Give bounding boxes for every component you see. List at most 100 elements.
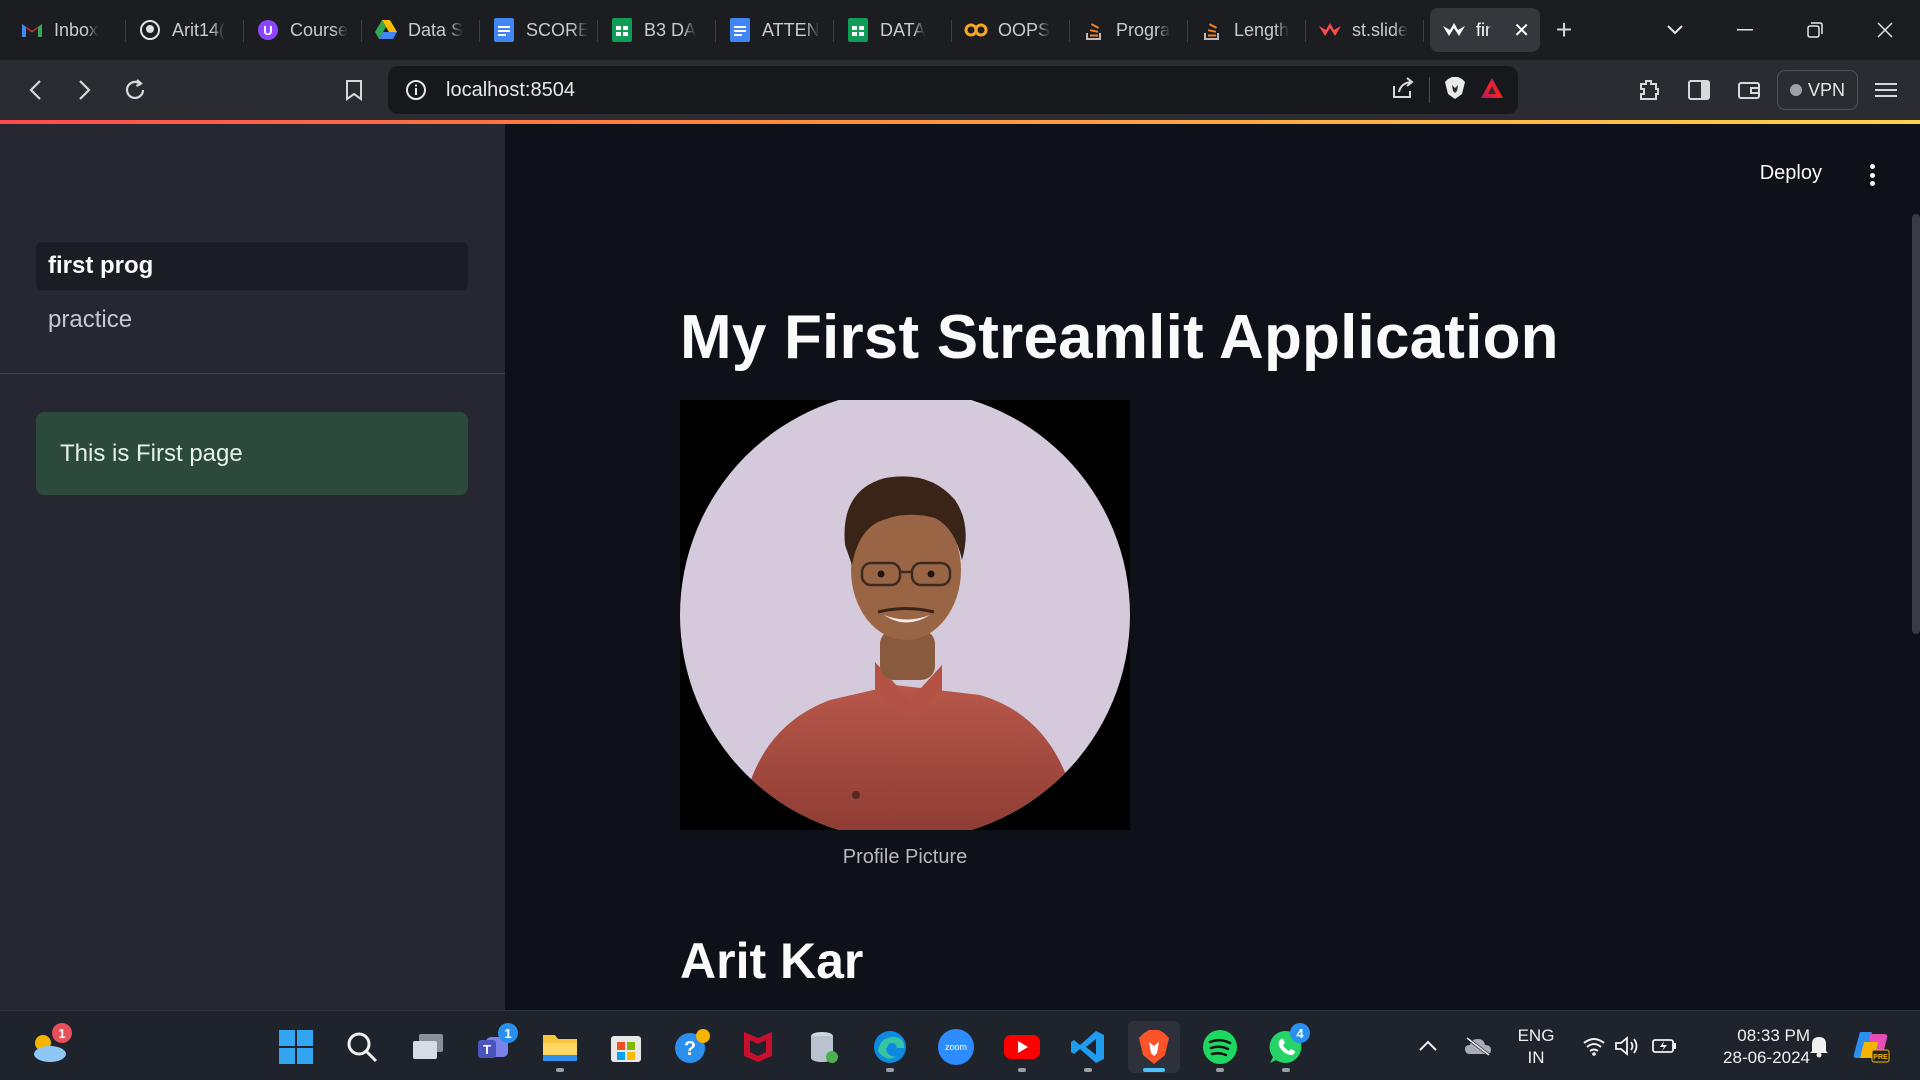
tab-github[interactable]: Arit14( bbox=[126, 8, 244, 52]
codingninjas-icon bbox=[964, 18, 988, 42]
volume-icon[interactable] bbox=[1614, 1011, 1640, 1080]
search-icon[interactable] bbox=[336, 1021, 388, 1073]
windows-taskbar: 1 T 1 ? zoom 4 ENG IN 08:33 PM 28-06-202… bbox=[0, 1010, 1920, 1080]
file-explorer-icon[interactable] bbox=[534, 1021, 586, 1073]
menu-icon[interactable] bbox=[1864, 68, 1908, 112]
forward-icon[interactable] bbox=[60, 65, 110, 115]
tab-search-chevron-icon[interactable] bbox=[1640, 0, 1710, 60]
browser-toolbar: localhost:8504 VPN bbox=[0, 60, 1920, 120]
minimize-icon[interactable] bbox=[1710, 0, 1780, 60]
tab-title: ATTEN bbox=[762, 19, 820, 40]
vpn-button[interactable]: VPN bbox=[1776, 70, 1858, 110]
google-docs-icon bbox=[728, 18, 752, 42]
tab-b3-da[interactable]: B3 DA bbox=[598, 8, 716, 52]
running-indicator bbox=[556, 1068, 564, 1072]
share-icon[interactable] bbox=[1391, 76, 1415, 104]
task-view-icon[interactable] bbox=[402, 1021, 454, 1073]
sidebar-item-practice[interactable]: practice bbox=[36, 296, 468, 344]
clock[interactable]: 08:33 PM 28-06-2024 bbox=[1690, 1025, 1810, 1069]
streamlit-icon bbox=[1442, 18, 1466, 42]
edge-icon[interactable] bbox=[864, 1021, 916, 1073]
streamlit-icon bbox=[1318, 18, 1342, 42]
mcafee-icon[interactable] bbox=[732, 1021, 784, 1073]
image-caption: Profile Picture bbox=[842, 846, 968, 868]
running-indicator bbox=[1084, 1068, 1092, 1072]
running-indicator bbox=[886, 1068, 894, 1072]
course-icon: U bbox=[256, 18, 280, 42]
language-indicator[interactable]: ENG IN bbox=[1516, 1025, 1556, 1069]
tab-score[interactable]: SCORE bbox=[480, 8, 598, 52]
tab-title: Length bbox=[1234, 19, 1290, 40]
svg-text:PRE: PRE bbox=[1873, 1054, 1888, 1061]
battery-icon[interactable] bbox=[1652, 1011, 1678, 1080]
site-info-icon[interactable] bbox=[392, 79, 440, 101]
gmail-icon bbox=[20, 18, 44, 42]
show-hidden-icons-chevron-icon[interactable] bbox=[1418, 1011, 1438, 1080]
copilot-icon[interactable]: PRE bbox=[1852, 1011, 1890, 1080]
bookmark-icon[interactable] bbox=[329, 65, 379, 115]
language-code: ENG bbox=[1517, 1026, 1555, 1045]
tab-st-slider[interactable]: st.slide bbox=[1306, 8, 1424, 52]
tab-list: Inbox Arit14( U Course Data S SCORE B3 D… bbox=[0, 0, 1588, 60]
brave-rewards-icon[interactable] bbox=[1480, 77, 1504, 104]
scrollbar[interactable] bbox=[1912, 214, 1920, 634]
tab-length[interactable]: Length bbox=[1188, 8, 1306, 52]
deploy-button[interactable]: Deploy bbox=[1760, 162, 1822, 185]
close-tab-icon[interactable]: ✕ bbox=[1513, 18, 1530, 43]
notifications-bell-icon[interactable] bbox=[1808, 1011, 1830, 1080]
brave-shields-icon[interactable] bbox=[1444, 76, 1466, 105]
close-window-icon[interactable] bbox=[1850, 0, 1920, 60]
sidebar-item-first-prog[interactable]: first prog bbox=[36, 242, 468, 290]
zoom-icon[interactable]: zoom bbox=[930, 1021, 982, 1073]
weather-widget-icon[interactable]: 1 bbox=[22, 1021, 74, 1073]
get-help-icon[interactable]: ? bbox=[666, 1021, 718, 1073]
reload-icon[interactable] bbox=[110, 65, 160, 115]
tab-title: Course bbox=[290, 19, 349, 40]
teams-badge: 1 bbox=[498, 1023, 518, 1043]
youtube-icon[interactable] bbox=[996, 1021, 1048, 1073]
restore-icon[interactable] bbox=[1780, 0, 1850, 60]
spotify-icon[interactable] bbox=[1194, 1021, 1246, 1073]
running-indicator bbox=[1282, 1068, 1290, 1072]
tab-data-s[interactable]: Data S bbox=[362, 8, 480, 52]
extensions-icon[interactable] bbox=[1627, 68, 1671, 112]
profile-picture bbox=[680, 400, 1130, 830]
tab-data[interactable]: DATA bbox=[834, 8, 952, 52]
screen: Inbox Arit14( U Course Data S SCORE B3 D… bbox=[0, 0, 1920, 1080]
success-alert: This is First page bbox=[36, 412, 468, 495]
tab-course[interactable]: U Course bbox=[244, 8, 362, 52]
start-icon[interactable] bbox=[270, 1021, 322, 1073]
main-menu-icon[interactable] bbox=[1868, 164, 1876, 186]
wallet-icon[interactable] bbox=[1727, 68, 1771, 112]
wifi-icon[interactable] bbox=[1582, 1011, 1606, 1080]
google-sheets-icon bbox=[846, 18, 870, 42]
stackoverflow-icon bbox=[1082, 18, 1106, 42]
onedrive-offline-icon[interactable] bbox=[1464, 1011, 1492, 1080]
address-bar[interactable]: localhost:8504 bbox=[388, 66, 1518, 114]
brave-browser-icon[interactable] bbox=[1128, 1021, 1180, 1073]
back-icon[interactable] bbox=[10, 65, 60, 115]
sidebar-divider bbox=[0, 373, 505, 374]
vscode-icon[interactable] bbox=[1062, 1021, 1114, 1073]
database-icon[interactable] bbox=[798, 1021, 850, 1073]
tab-oops[interactable]: OOPS bbox=[952, 8, 1070, 52]
google-drive-icon bbox=[374, 18, 398, 42]
microsoft-store-icon[interactable] bbox=[600, 1021, 652, 1073]
sidebar-toggle-icon[interactable] bbox=[1677, 68, 1721, 112]
svg-text:U: U bbox=[263, 23, 272, 38]
running-indicator bbox=[1143, 1068, 1165, 1072]
streamlit-main: Deploy My First Streamlit Application Pr… bbox=[505, 124, 1920, 1010]
tab-inbox[interactable]: Inbox bbox=[8, 8, 126, 52]
tab-title: B3 DA bbox=[644, 19, 697, 40]
tab-title: st.slide bbox=[1352, 19, 1409, 40]
tab-active-first[interactable]: fir ✕ bbox=[1430, 8, 1540, 52]
region-code: IN bbox=[1527, 1048, 1545, 1067]
tab-title: fir bbox=[1476, 19, 1491, 40]
new-tab-button[interactable]: + bbox=[1540, 8, 1588, 52]
tab-title: Arit14( bbox=[172, 19, 226, 40]
weather-badge: 1 bbox=[52, 1023, 72, 1043]
teams-icon[interactable]: T 1 bbox=[468, 1021, 520, 1073]
tab-atten[interactable]: ATTEN bbox=[716, 8, 834, 52]
tab-progra[interactable]: Progra bbox=[1070, 8, 1188, 52]
whatsapp-icon[interactable]: 4 bbox=[1260, 1021, 1312, 1073]
